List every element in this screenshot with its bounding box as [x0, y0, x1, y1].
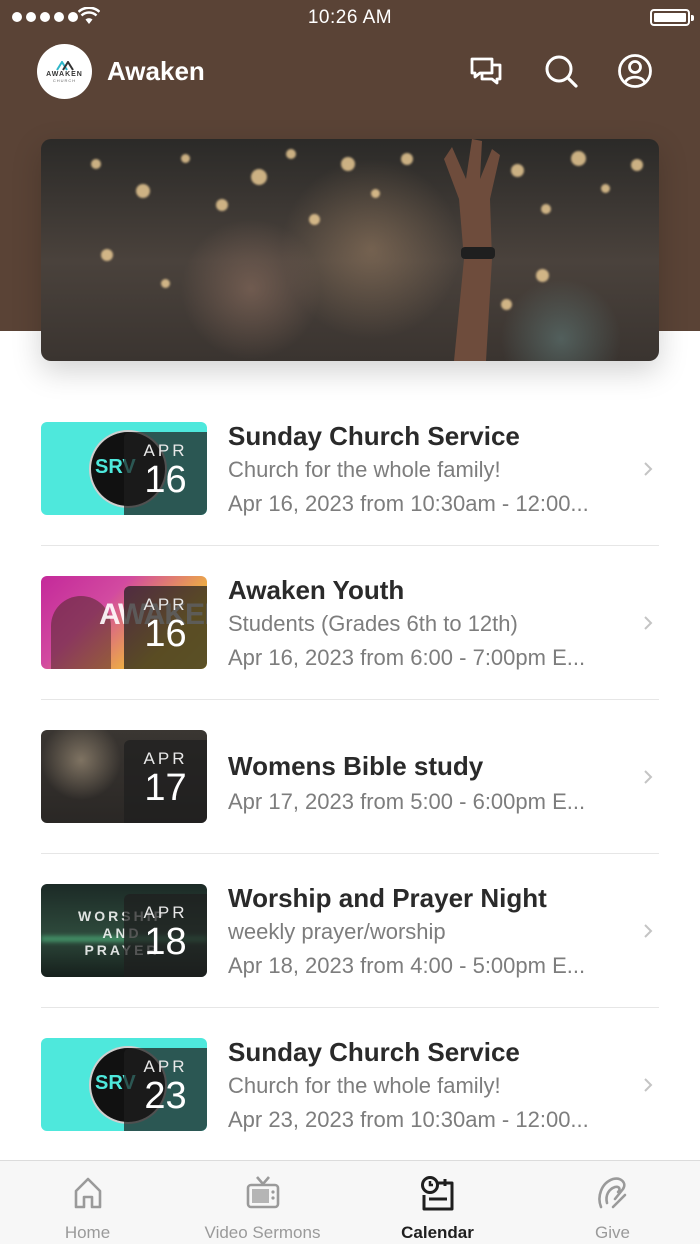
event-item[interactable]: SRV APR 16 Sunday Church Service Church …: [41, 392, 659, 546]
tab-label: Give: [595, 1223, 630, 1242]
search-button[interactable]: [542, 52, 580, 90]
tab-video-sermons[interactable]: Video Sermons: [175, 1161, 350, 1244]
event-subtitle: Church for the whole family!: [228, 457, 501, 482]
event-datetime: Apr 18, 2023 from 4:00 - 5:00pm E...: [228, 953, 586, 978]
date-month: APR: [143, 441, 188, 460]
date-month: APR: [143, 1057, 188, 1076]
logo-mark-icon: [55, 60, 74, 71]
tab-label: Home: [64, 1223, 111, 1242]
event-title: Womens Bible study: [228, 751, 484, 781]
battery-icon: [650, 9, 694, 26]
date-badge: APR 16: [124, 432, 207, 515]
date-month: APR: [143, 595, 188, 614]
event-datetime: Apr 23, 2023 from 10:30am - 12:00...: [228, 1107, 589, 1132]
event-title: Sunday Church Service: [228, 1037, 520, 1067]
logo-text: AWAKEN: [46, 70, 83, 78]
event-item[interactable]: SRV APR 23 Sunday Church Service Church …: [41, 1008, 659, 1162]
date-badge: APR 23: [124, 1048, 207, 1131]
chat-button[interactable]: [467, 52, 505, 90]
date-badge: APR 18: [124, 894, 207, 977]
event-thumbnail: AWAKEN APR 16: [41, 576, 207, 669]
date-badge: APR 16: [124, 586, 207, 669]
tab-give[interactable]: Give: [525, 1161, 700, 1244]
chevron-right-icon: [644, 462, 653, 476]
event-title: Worship and Prayer Night: [228, 883, 547, 913]
event-subtitle: weekly prayer/worship: [228, 919, 446, 944]
date-month: APR: [143, 903, 188, 922]
give-icon: [598, 1177, 627, 1209]
raised-hand-image: [444, 139, 500, 361]
home-icon: [74, 1177, 102, 1209]
app-header: AWAKEN CHURCH Awaken: [0, 40, 700, 104]
event-subtitle: Students (Grades 6th to 12th): [228, 611, 518, 636]
chevron-right-icon: [644, 770, 653, 784]
event-thumbnail: APR 17: [41, 730, 207, 823]
date-day: 17: [144, 767, 187, 809]
tab-calendar[interactable]: Calendar: [350, 1161, 525, 1244]
tv-icon: [246, 1176, 280, 1209]
date-day: 16: [144, 459, 187, 501]
event-thumbnail: SRV APR 16: [41, 422, 207, 515]
event-thumbnail: WORSHIP AND PRAYER APR 18: [41, 884, 207, 977]
date-month: APR: [143, 749, 188, 768]
event-datetime: Apr 17, 2023 from 5:00 - 6:00pm E...: [228, 789, 586, 814]
event-datetime: Apr 16, 2023 from 6:00 - 7:00pm E...: [228, 645, 586, 670]
event-title: Awaken Youth: [228, 575, 405, 605]
tab-bar: Home Video Sermons Calendar Give: [0, 1160, 700, 1244]
event-datetime: Apr 16, 2023 from 10:30am - 12:00...: [228, 491, 589, 516]
tab-label: Video Sermons: [204, 1223, 321, 1242]
event-item[interactable]: AWAKEN APR 16 Awaken Youth Students (Gra…: [41, 546, 659, 700]
status-time: 10:26 AM: [307, 7, 393, 28]
date-day: 16: [144, 613, 187, 655]
date-badge: APR 17: [124, 740, 207, 823]
event-item[interactable]: APR 17 Womens Bible study Apr 17, 2023 f…: [41, 700, 659, 854]
chat-icon: [470, 57, 502, 85]
event-title: Sunday Church Service: [228, 421, 520, 451]
search-icon: [545, 55, 578, 88]
date-day: 18: [144, 921, 187, 963]
profile-icon: [618, 54, 652, 88]
event-item[interactable]: WORSHIP AND PRAYER APR 18 Worship and Pr…: [41, 854, 659, 1008]
tab-label: Calendar: [401, 1223, 474, 1242]
hero-banner[interactable]: [41, 139, 659, 361]
chevron-right-icon: [644, 616, 653, 630]
status-bar: 10:26 AM: [0, 0, 700, 36]
events-list: SRV APR 16 Sunday Church Service Church …: [41, 392, 659, 1162]
event-thumbnail: SRV APR 23: [41, 1038, 207, 1131]
chevron-right-icon: [644, 924, 653, 938]
chevron-right-icon: [644, 1078, 653, 1092]
event-subtitle: Church for the whole family!: [228, 1073, 501, 1098]
app-title: Awaken: [107, 56, 205, 86]
profile-button[interactable]: [616, 52, 654, 90]
church-logo[interactable]: AWAKEN CHURCH: [37, 44, 92, 99]
calendar-icon: [421, 1176, 454, 1211]
tab-home[interactable]: Home: [0, 1161, 175, 1244]
date-day: 23: [144, 1075, 187, 1117]
logo-subtext: CHURCH: [52, 77, 77, 83]
